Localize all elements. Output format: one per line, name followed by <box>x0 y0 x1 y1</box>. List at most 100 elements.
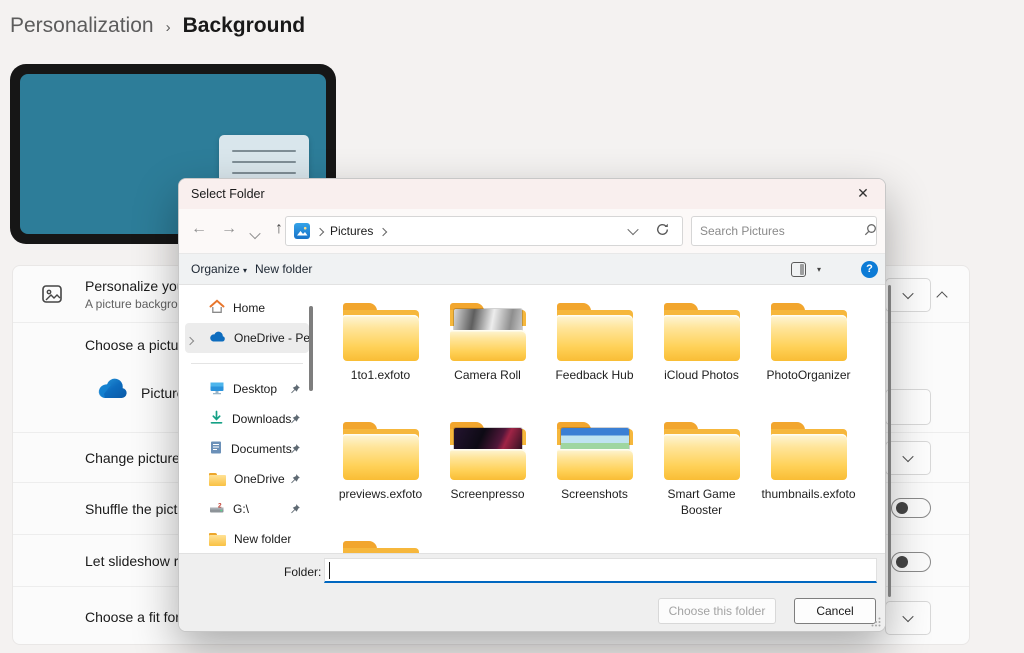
choose-this-folder-button[interactable]: Choose this folder <box>658 598 776 624</box>
chevron-down-icon <box>902 451 913 462</box>
file-item[interactable]: thumbnails.exfoto <box>755 414 862 533</box>
up-button[interactable]: ↑ <box>275 220 283 238</box>
folder-icon <box>343 303 419 361</box>
search-box <box>691 216 877 246</box>
dialog-title: Select Folder <box>191 187 265 201</box>
folder-icon <box>209 533 226 546</box>
dialog-nav-row: ← → ↑ Pictures <box>179 209 885 253</box>
browse-photos-button[interactable] <box>885 389 931 425</box>
onedrive-icon <box>209 331 226 345</box>
file-item[interactable]: Screenpresso <box>434 414 541 533</box>
pin-icon <box>289 443 301 458</box>
folder-icon <box>343 422 419 480</box>
sidebar-separator <box>191 363 303 364</box>
file-item[interactable]: previews.exfoto <box>327 414 434 533</box>
search-input[interactable] <box>692 224 863 238</box>
pin-icon <box>289 383 301 398</box>
file-item[interactable]: Feedback Hub <box>541 295 648 414</box>
folder-icon <box>771 422 847 480</box>
sidebar-item-home[interactable]: Home <box>185 293 309 323</box>
file-item[interactable]: Screenshots <box>541 414 648 533</box>
organize-menu-button[interactable]: Organize ▾ <box>191 262 247 276</box>
folder-icon <box>343 541 419 553</box>
sidebar-item-desktop[interactable]: Desktop <box>185 374 309 404</box>
address-crumb-pictures[interactable]: Pictures <box>330 224 373 238</box>
file-item[interactable]: PhotoOrganizer <box>755 295 862 414</box>
view-options-caret-icon[interactable]: ▾ <box>817 265 821 274</box>
shuffle-toggle[interactable] <box>891 498 931 518</box>
file-item[interactable]: 1to1.exfoto <box>327 295 434 414</box>
change-picture-dropdown[interactable] <box>885 441 931 475</box>
dialog-titlebar[interactable]: Select Folder ✕ <box>179 179 885 209</box>
caret-down-icon: ▾ <box>243 266 247 275</box>
chevron-down-icon <box>902 288 913 299</box>
breadcrumb-chevron-icon[interactable] <box>380 224 386 238</box>
close-icon[interactable]: ✕ <box>853 185 873 202</box>
page-title: Background <box>183 14 306 38</box>
folder-icon <box>209 473 226 486</box>
folder-icon <box>771 303 847 361</box>
dialog-sidebar: Home OneDrive - Personal Desktop Downloa… <box>179 285 315 553</box>
doc-line <box>232 150 296 152</box>
refresh-icon[interactable] <box>655 222 670 240</box>
doc-line <box>232 172 296 174</box>
downloads-icon <box>209 410 224 428</box>
settings-page-scrollbar[interactable] <box>888 285 891 597</box>
chevron-up-icon <box>936 291 947 302</box>
chevron-down-icon <box>902 611 913 622</box>
desktop-icon <box>209 381 225 398</box>
recent-locations-button[interactable] <box>251 228 259 242</box>
sidebar-item-g-drive[interactable]: 2 G:\ <box>185 494 309 524</box>
sidebar-item-documents[interactable]: Documents <box>185 434 309 464</box>
breadcrumb-chevron-icon <box>317 224 323 238</box>
select-folder-dialog: Select Folder ✕ ← → ↑ Pictures <box>178 178 886 632</box>
documents-icon <box>209 440 223 458</box>
address-bar[interactable]: Pictures <box>285 216 683 246</box>
dialog-toolbar: Organize ▾ New folder ▾ ? <box>179 253 885 285</box>
sidebar-item-onedrive-personal[interactable]: OneDrive - Personal <box>185 323 309 353</box>
folder-icon <box>557 303 633 361</box>
view-options-icon[interactable] <box>791 262 806 277</box>
sidebar-scrollbar[interactable] <box>309 306 313 391</box>
folder-icon <box>664 422 740 480</box>
settings-window: Personalization › Background Personalize… <box>0 0 1024 653</box>
background-type-dropdown[interactable] <box>885 278 931 312</box>
toggle-knob <box>896 556 908 568</box>
file-item[interactable]: Smart Game Booster <box>648 414 755 533</box>
pin-icon <box>289 503 301 518</box>
expander-chevron-icon[interactable] <box>187 333 193 347</box>
picture-frame-icon <box>41 283 63 310</box>
dialog-body: Home OneDrive - Personal Desktop Downloa… <box>179 285 885 553</box>
onedrive-icon <box>97 378 129 404</box>
file-item-partially-visible[interactable] <box>327 533 434 553</box>
folder-name-input[interactable] <box>324 558 877 583</box>
collapse-row-button[interactable] <box>938 288 946 306</box>
toggle-knob <box>896 502 908 514</box>
folder-icon-with-photo-thumbnail <box>450 303 526 361</box>
pictures-location-icon <box>294 223 310 239</box>
address-dropdown-button[interactable] <box>629 224 637 238</box>
files-grid: 1to1.exfoto Camera Roll Feedback Hub iCl… <box>327 295 875 553</box>
doc-line <box>232 161 296 163</box>
back-button[interactable]: ← <box>191 220 207 238</box>
row-title: Choose a picture <box>85 337 191 353</box>
search-icon[interactable] <box>863 223 877 240</box>
help-icon[interactable]: ? <box>861 261 878 278</box>
new-folder-button[interactable]: New folder <box>255 262 312 276</box>
folder-icon-with-game-thumbnail <box>450 422 526 480</box>
sidebar-item-onedrive-folder[interactable]: OneDrive <box>185 464 309 494</box>
file-item[interactable]: iCloud Photos <box>648 295 755 414</box>
pin-icon <box>289 473 301 488</box>
forward-button[interactable]: → <box>221 220 237 238</box>
battery-slideshow-toggle[interactable] <box>891 552 931 572</box>
sidebar-item-downloads[interactable]: Downloads <box>185 404 309 434</box>
resize-grip[interactable] <box>871 616 881 630</box>
choose-fit-dropdown[interactable] <box>885 601 931 635</box>
sidebar-item-new-folder[interactable]: New folder <box>185 524 309 553</box>
file-item[interactable]: Camera Roll <box>434 295 541 414</box>
pin-icon <box>289 413 301 428</box>
dialog-footer: Folder: Choose this folder Cancel <box>179 553 885 632</box>
cancel-button[interactable]: Cancel <box>794 598 876 624</box>
breadcrumb-parent[interactable]: Personalization <box>10 14 154 38</box>
drive-icon: 2 <box>209 501 225 518</box>
